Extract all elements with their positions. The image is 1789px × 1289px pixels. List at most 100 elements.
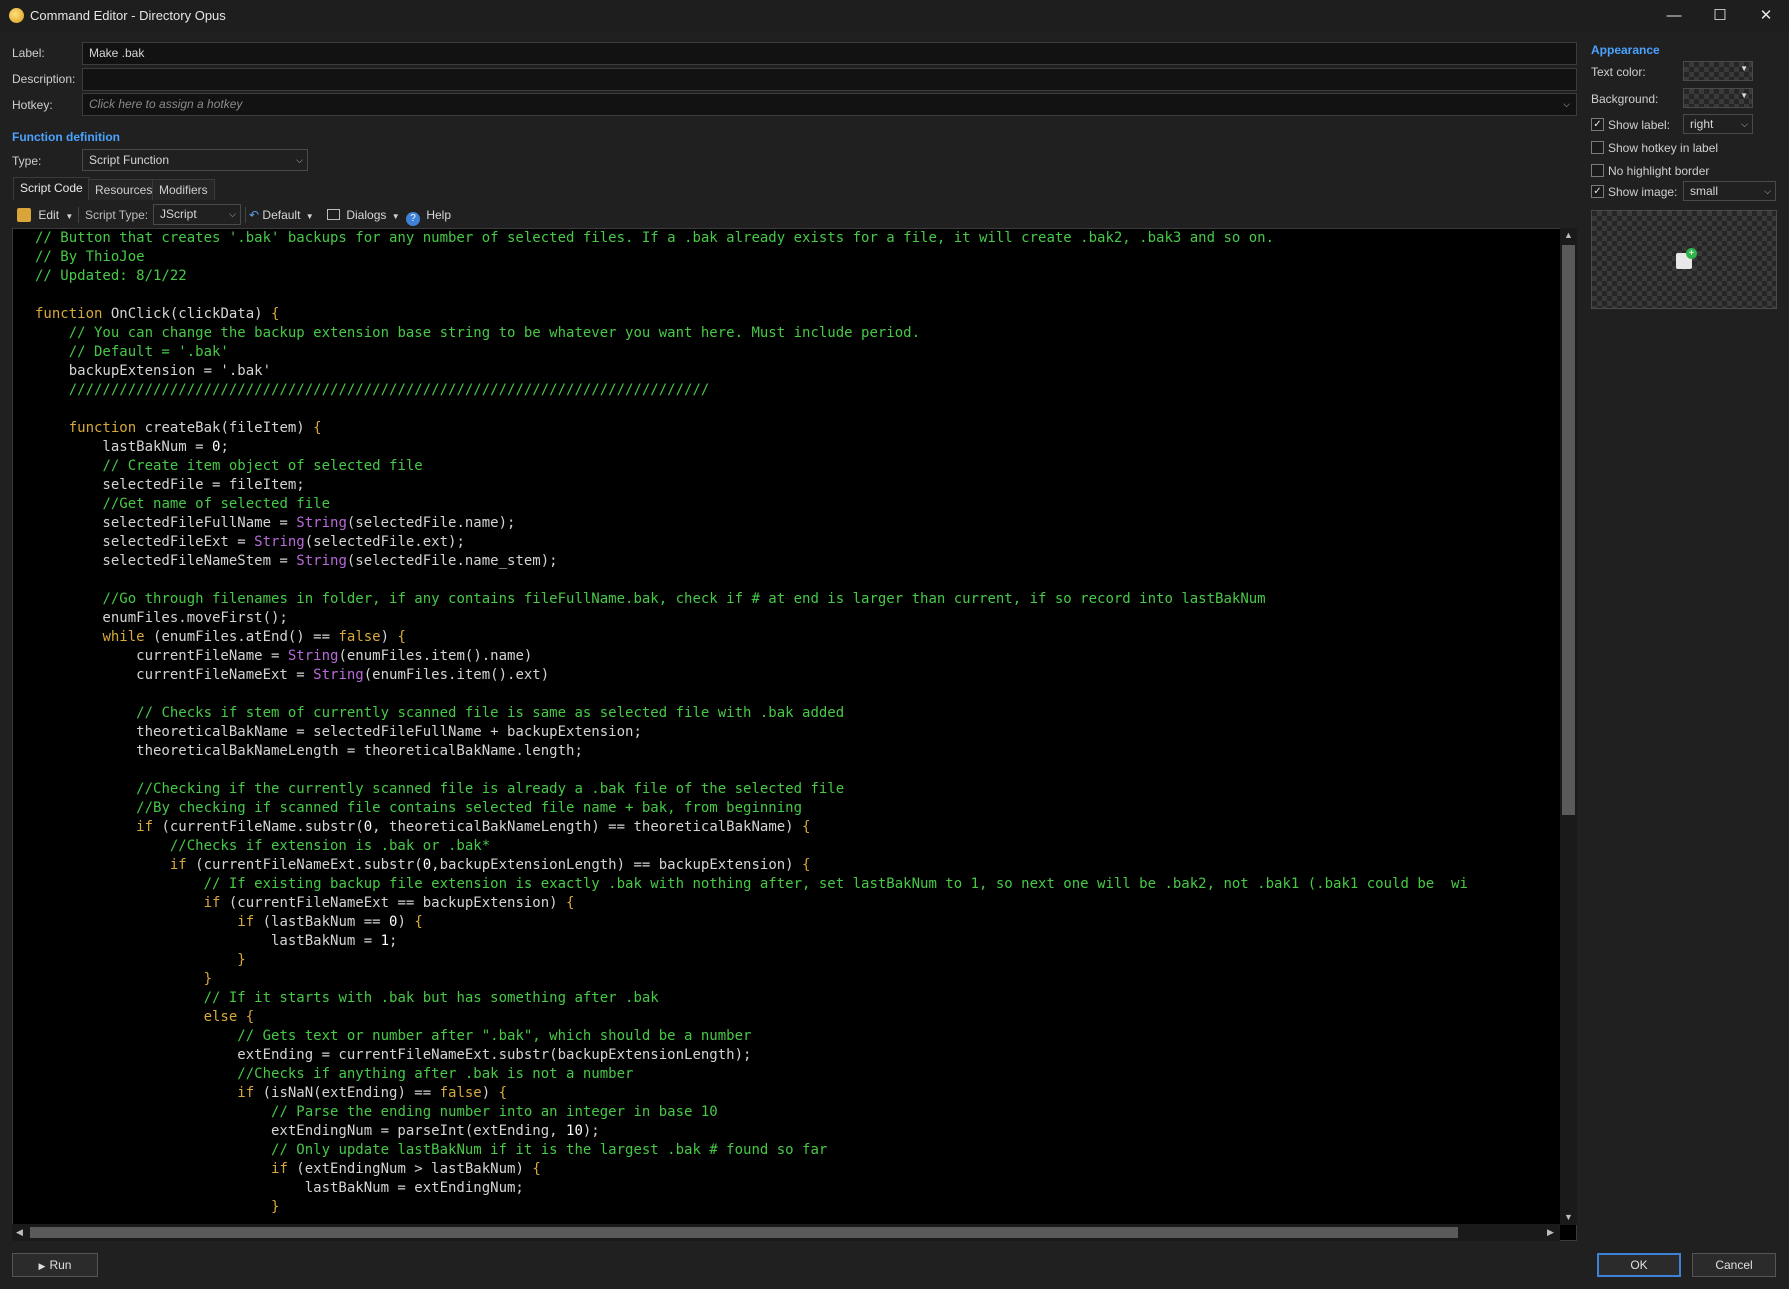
scroll-up-icon[interactable]: ▲ [1564, 230, 1573, 240]
code-line: // By ThioJoe [35, 249, 145, 265]
code-line: selectedFileExt = String(selectedFile.ex… [35, 534, 465, 550]
chevron-down-icon: ⌵ [229, 209, 236, 219]
hotkey-input[interactable]: Click here to assign a hotkey ⌵ [82, 93, 1577, 116]
text-color-caption: Text color: [1591, 65, 1646, 79]
code-line: // Checks if stem of currently scanned f… [136, 705, 845, 721]
code-line: // Only update lastBakNum if it is the l… [271, 1142, 828, 1158]
script-code-editor[interactable]: // Button that creates '.bak' backups fo… [12, 228, 1577, 1241]
description-caption: Description: [12, 72, 76, 86]
ok-button[interactable]: OK [1597, 1253, 1681, 1277]
show-image-dropdown[interactable]: small ⌵ [1683, 181, 1776, 201]
cancel-button[interactable]: Cancel [1692, 1253, 1776, 1277]
script-type-value: JScript [160, 207, 197, 221]
code-line: if (isNaN(extEnding) == false) { [237, 1085, 508, 1101]
code-line: if (currentFileName.substr(0, theoretica… [136, 819, 811, 835]
add-image-icon[interactable]: + [1676, 248, 1697, 269]
code-line: lastBakNum = extEndingNum; [35, 1180, 524, 1196]
no-highlight-caption: No highlight border [1608, 164, 1710, 178]
dropdown-arrow-icon: ▼ [391, 212, 400, 221]
code-line: enumFiles.moveFirst(); [35, 610, 288, 626]
show-label-dropdown[interactable]: right ⌵ [1683, 114, 1753, 134]
scroll-right-icon[interactable]: ▶ [1547, 1227, 1554, 1238]
show-hotkey-checkbox[interactable] [1591, 141, 1604, 154]
code-line: //Get name of selected file [102, 496, 331, 512]
code-line: lastBakNum = 0; [35, 439, 229, 455]
undo-icon: ↶ [249, 208, 260, 222]
code-line: //Checking if the currently scanned file… [136, 781, 845, 797]
show-label-caption: Show label: [1608, 118, 1671, 132]
hotkey-caption: Hotkey: [12, 98, 53, 112]
code-line: function OnClick(clickData) { [35, 306, 280, 322]
directory-opus-icon [9, 8, 24, 23]
code-line: while (enumFiles.atEnd() == false) { [102, 629, 406, 645]
code-line: backupExtension = '.bak' [35, 363, 272, 379]
background-color-picker[interactable]: ▼ [1683, 88, 1753, 108]
code-line: lastBakNum = 1; [35, 933, 398, 949]
edit-menu-button[interactable]: Edit ▼ [17, 205, 73, 225]
no-highlight-checkbox[interactable] [1591, 164, 1604, 177]
chevron-down-icon: ⌵ [1563, 99, 1570, 109]
code-line: theoreticalBakName = selectedFileFullNam… [35, 724, 642, 740]
code-line: //By checking if scanned file contains s… [136, 800, 803, 816]
code-line: //Go through filenames in folder, if any… [102, 591, 1266, 607]
toolbar-separator [245, 207, 246, 223]
code-line: if (lastBakNum == 0) { [237, 914, 423, 930]
script-type-dropdown[interactable]: JScript ⌵ [153, 204, 241, 225]
title-bar [0, 0, 1789, 31]
close-button[interactable]: ✕ [1743, 0, 1789, 31]
dialog-icon [327, 209, 340, 220]
code-line: selectedFile = fileItem; [35, 477, 305, 493]
code-line: // Gets text or number after ".bak", whi… [237, 1028, 752, 1044]
dialogs-button[interactable]: Dialogs ▼ [327, 205, 400, 225]
appearance-heading: Appearance [1591, 43, 1660, 57]
code-line: ////////////////////////////////////////… [68, 382, 710, 398]
scroll-down-icon[interactable]: ▼ [1564, 1212, 1573, 1222]
dropdown-arrow-icon: ▼ [1740, 64, 1748, 73]
help-icon: ? [406, 212, 420, 226]
code-line: } [237, 952, 246, 968]
tab-script-code[interactable]: Script Code [13, 177, 90, 200]
code-line: // Create item object of selected file [102, 458, 423, 474]
type-dropdown[interactable]: Script Function ⌵ [82, 149, 308, 171]
label-input[interactable]: Make .bak [82, 42, 1577, 65]
tab-modifiers[interactable]: Modifiers [152, 179, 215, 200]
code-line: else { [203, 1009, 255, 1025]
minimize-button[interactable]: — [1651, 0, 1697, 31]
run-button[interactable]: ▶ Run [12, 1253, 98, 1277]
code-line: // Parse the ending number into an integ… [271, 1104, 718, 1120]
hotkey-placeholder: Click here to assign a hotkey [89, 97, 243, 111]
scroll-left-icon[interactable]: ◀ [16, 1227, 23, 1238]
show-image-checkbox[interactable]: ✓ [1591, 185, 1604, 198]
code-line: // Default = '.bak' [68, 344, 229, 360]
vertical-scroll-thumb[interactable] [1562, 245, 1575, 815]
text-color-picker[interactable]: ▼ [1683, 61, 1753, 81]
code-line: // You can change the backup extension b… [68, 325, 921, 341]
maximize-button[interactable]: ☐ [1697, 0, 1743, 31]
code-line: // If existing backup file extension is … [203, 876, 1468, 892]
default-button[interactable]: ↶ Default ▼ [249, 205, 314, 225]
horizontal-scroll-thumb[interactable] [30, 1227, 1458, 1238]
background-caption: Background: [1591, 92, 1659, 106]
code-line: selectedFileFullName = String(selectedFi… [35, 515, 516, 531]
dropdown-arrow-icon: ▼ [1740, 91, 1748, 100]
code-line: } [203, 971, 213, 987]
show-label-value: right [1690, 117, 1714, 131]
code-line: extEndingNum = parseInt(extEnding, 10); [35, 1123, 600, 1139]
code-line: if (extEndingNum > lastBakNum) { [271, 1161, 541, 1177]
help-button[interactable]: ? Help [406, 205, 451, 226]
code-line: extEnding = currentFileNameExt.substr(ba… [35, 1047, 752, 1063]
description-input[interactable] [82, 68, 1577, 91]
code-line: if (currentFileNameExt.substr(0,backupEx… [169, 857, 811, 873]
tab-resources[interactable]: Resources [88, 179, 160, 200]
chevron-down-icon: ⌵ [1764, 186, 1771, 196]
type-dropdown-value: Script Function [89, 153, 170, 167]
show-label-checkbox[interactable]: ✓ [1591, 118, 1604, 131]
type-caption: Type: [12, 154, 42, 168]
code-line: // Button that creates '.bak' backups fo… [35, 230, 1275, 246]
code-line: selectedFileNameStem = String(selectedFi… [35, 553, 558, 569]
show-hotkey-caption: Show hotkey in label [1608, 141, 1719, 155]
